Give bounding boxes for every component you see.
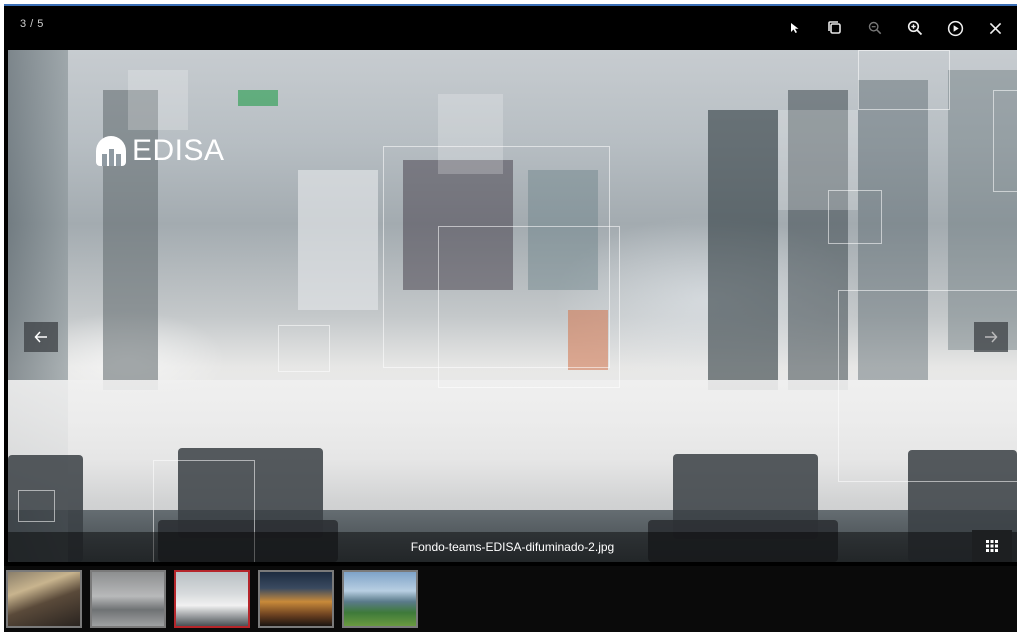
actual-size-icon [828,21,841,34]
close-button[interactable] [975,12,1015,44]
thumbnail-2[interactable] [90,570,166,628]
zoom-in-button[interactable] [895,12,935,44]
zoom-in-icon [907,20,923,36]
edisa-logo-icon [96,136,126,166]
image-stage: EDISA Fondo-teams-EDISA-difuminado-2.jpg [8,50,1017,562]
cursor-icon [791,23,799,33]
edisa-logo: EDISA [96,134,225,168]
previous-image-button[interactable] [24,322,58,352]
logo-text: EDISA [132,134,225,167]
close-icon [989,22,1001,34]
grid-icon [986,540,998,552]
thumbnail-3[interactable] [174,570,250,628]
pointer-button[interactable] [775,12,815,44]
arrow-left-icon [34,331,47,343]
next-image-button[interactable] [974,322,1008,352]
viewer-toolbar-bar: 3 / 5 [4,6,1017,50]
thumbnail-grid-toggle[interactable] [972,530,1012,562]
image-filename: Fondo-teams-EDISA-difuminado-2.jpg [410,540,615,554]
actual-size-button[interactable] [815,12,855,44]
image-caption-bar: Fondo-teams-EDISA-difuminado-2.jpg [8,532,1017,562]
arrow-right-icon [985,331,998,343]
play-circle-icon [947,20,963,36]
thumbnail-strip [4,566,1017,632]
zoom-out-icon [868,21,882,35]
thumbnail-4[interactable] [258,570,334,628]
thumbnail-5[interactable] [342,570,418,628]
viewer-toolbar [775,12,1015,44]
image-viewer: 3 / 5 EDISA Fondo-teams-EDISA-difuminado… [4,4,1017,632]
main-image [8,50,1017,562]
zoom-out-button[interactable] [855,12,895,44]
thumbnail-1[interactable] [6,570,82,628]
image-counter: 3 / 5 [20,18,44,30]
autoplay-button[interactable] [935,12,975,44]
